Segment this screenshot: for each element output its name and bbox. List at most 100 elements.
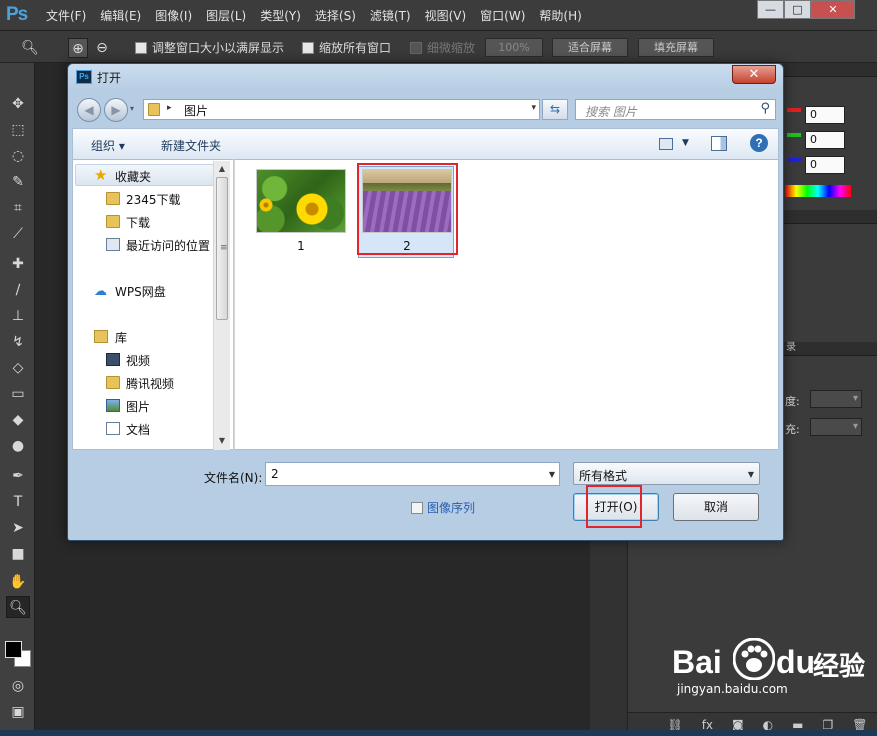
fill-field[interactable]: ▾: [810, 418, 862, 436]
layers-panel-header: 录: [783, 342, 877, 356]
fill-screen-button[interactable]: 填充屏幕: [638, 38, 714, 57]
close-button[interactable]: ✕: [811, 0, 855, 19]
brush-tool-icon[interactable]: ∕: [6, 279, 30, 301]
address-dropdown-icon[interactable]: ▾: [531, 103, 536, 113]
shape-tool-icon[interactable]: ■: [6, 543, 30, 565]
new-folder-button[interactable]: 新建文件夹: [161, 137, 221, 154]
menu-filter[interactable]: 滤镜(T): [370, 7, 411, 24]
blue-slider-icon: [787, 158, 801, 162]
cancel-button[interactable]: 取消: [673, 493, 759, 521]
breadcrumb-separator[interactable]: ▸: [167, 103, 172, 113]
lasso-tool-icon[interactable]: ◌: [6, 145, 30, 167]
menu-select[interactable]: 选择(S): [315, 7, 356, 24]
history-brush-icon[interactable]: ↯: [6, 331, 30, 353]
resize-windows-checkbox[interactable]: [135, 42, 147, 54]
image-sequence-label[interactable]: 图像序列: [427, 499, 475, 516]
move-tool-icon[interactable]: ✥: [6, 93, 30, 115]
zoom-in-icon[interactable]: ⊕: [68, 38, 88, 58]
options-bar: 🔍︎ ⊕ ⊖ 调整窗口大小以满屏显示 缩放所有窗口 细微缩放 100% 适合屏幕…: [0, 31, 877, 63]
scroll-up-icon[interactable]: ▲: [214, 161, 230, 177]
zoom-tool-icon[interactable]: 🔍︎: [20, 38, 40, 58]
maximize-button[interactable]: □: [784, 0, 811, 19]
back-button[interactable]: ◀: [77, 98, 101, 122]
recent-pages-icon[interactable]: ▾: [130, 104, 134, 113]
marquee-tool-icon[interactable]: ⬚: [6, 119, 30, 141]
color-spectrum[interactable]: [785, 185, 851, 197]
menu-image[interactable]: 图像(I): [155, 7, 192, 24]
filename-input[interactable]: 2 ▼: [265, 462, 560, 486]
nav-item-recent-places[interactable]: 最近访问的位置: [73, 235, 213, 255]
menu-view[interactable]: 视图(V): [425, 7, 467, 24]
eraser-tool-icon[interactable]: ◇: [6, 357, 30, 379]
zoom-all-checkbox[interactable]: [302, 42, 314, 54]
minimize-button[interactable]: —: [757, 0, 784, 19]
refresh-button[interactable]: ⇆: [542, 99, 568, 120]
folder-icon: [106, 376, 120, 389]
nav-item-pictures[interactable]: 图片: [73, 396, 213, 416]
baidu-watermark: Bai du 经验 jingyan.baidu.com: [672, 632, 872, 696]
scroll-thumb[interactable]: ≡: [216, 177, 228, 320]
blur-tool-icon[interactable]: ◆: [6, 409, 30, 431]
menu-type[interactable]: 类型(Y): [260, 7, 301, 24]
eyedropper-icon[interactable]: ⟋: [6, 223, 30, 245]
address-bar[interactable]: ▸ 图片 ▾: [143, 99, 540, 120]
nav-scrollbar[interactable]: ▲ ≡ ▼: [213, 161, 230, 450]
nav-item-documents[interactable]: 文档: [73, 419, 213, 439]
screen-mode-icon[interactable]: ▣: [6, 701, 30, 723]
gradient-tool-icon[interactable]: ▭: [6, 383, 30, 405]
organize-button[interactable]: 组织 ▾: [91, 137, 125, 154]
nav-favorites[interactable]: ★ 收藏夹: [73, 166, 213, 186]
nav-item-tencent-video[interactable]: 腾讯视频: [73, 373, 213, 393]
menu-window[interactable]: 窗口(W): [480, 7, 525, 24]
change-view-icon[interactable]: [659, 138, 673, 150]
nav-item-videos[interactable]: 视频: [73, 350, 213, 370]
opacity-field[interactable]: ▾: [810, 390, 862, 408]
menu-layer[interactable]: 图层(L): [206, 7, 246, 24]
resize-windows-option[interactable]: 调整窗口大小以满屏显示: [135, 39, 284, 56]
filename-dropdown-icon[interactable]: ▼: [549, 470, 555, 479]
nav-wps-cloud[interactable]: ☁ WPS网盘: [73, 281, 213, 301]
view-options-dropdown-icon[interactable]: ▼: [682, 138, 689, 148]
preview-pane-icon[interactable]: [711, 136, 727, 151]
quick-select-icon[interactable]: ✎: [6, 171, 30, 193]
blue-value-field[interactable]: 0: [805, 156, 845, 174]
scroll-down-icon[interactable]: ▼: [214, 433, 230, 449]
watermark-du: du: [776, 644, 816, 680]
help-icon[interactable]: ?: [750, 134, 768, 152]
filetype-dropdown-icon[interactable]: ▼: [748, 470, 754, 479]
search-icon[interactable]: ⚲: [760, 101, 770, 116]
nav-libraries[interactable]: 库: [73, 327, 213, 347]
zoom-out-icon[interactable]: ⊖: [92, 38, 112, 58]
zoom-all-option[interactable]: 缩放所有窗口: [302, 39, 391, 56]
menu-edit[interactable]: 编辑(E): [100, 7, 141, 24]
type-tool-icon[interactable]: T: [6, 491, 30, 513]
filetype-select[interactable]: 所有格式 ▼: [573, 462, 760, 485]
hand-tool-icon[interactable]: ✋: [6, 571, 30, 593]
menu-file[interactable]: 文件(F): [46, 7, 86, 24]
file-item-flower[interactable]: 1: [253, 167, 349, 259]
quick-mask-icon[interactable]: ◎: [6, 675, 30, 697]
image-sequence-checkbox[interactable]: [411, 502, 423, 514]
foreground-color-swatch[interactable]: [5, 641, 22, 658]
breadcrumb-current[interactable]: 图片: [184, 102, 208, 119]
path-select-icon[interactable]: ➤: [6, 517, 30, 539]
nav-item-2345-download[interactable]: 2345下载: [73, 189, 213, 209]
stamp-tool-icon[interactable]: ⊥: [6, 305, 30, 327]
dodge-tool-icon[interactable]: ●: [6, 435, 30, 457]
pen-tool-icon[interactable]: ✒: [6, 465, 30, 487]
red-value-field[interactable]: 0: [805, 106, 845, 124]
green-value-field[interactable]: 0: [805, 131, 845, 149]
crop-tool-icon[interactable]: ⌗: [6, 197, 30, 219]
command-bar: 组织 ▾ 新建文件夹 ▼ ?: [72, 128, 779, 159]
menu-help[interactable]: 帮助(H): [539, 7, 581, 24]
fit-screen-button[interactable]: 适合屏幕: [552, 38, 628, 57]
dialog-close-button[interactable]: ✕: [732, 65, 776, 84]
nav-item-downloads[interactable]: 下载: [73, 212, 213, 232]
dialog-titlebar[interactable]: Ps 打开 ✕: [68, 64, 783, 91]
healing-brush-icon[interactable]: ✚: [6, 253, 30, 275]
forward-button[interactable]: ▶: [104, 98, 128, 122]
zoom-tool-icon[interactable]: 🔍︎: [6, 596, 30, 618]
file-list: 1 2: [234, 159, 779, 450]
green-slider-icon: [787, 133, 801, 137]
search-input[interactable]: 搜索 图片 ⚲: [575, 99, 776, 120]
